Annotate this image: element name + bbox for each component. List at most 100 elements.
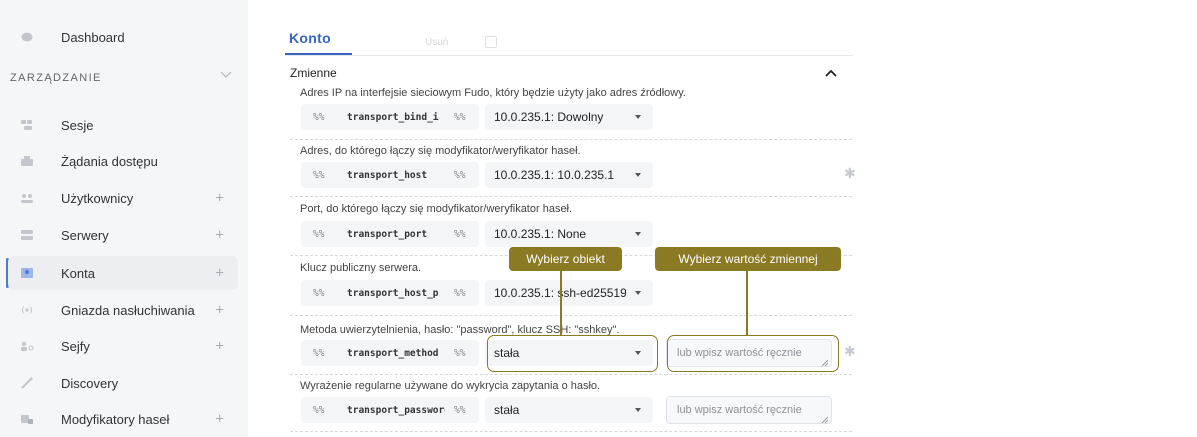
- add-icon[interactable]: +: [215, 411, 224, 428]
- variable-name-box: %% transport_bind_i %%: [301, 104, 479, 130]
- chevron-up-icon[interactable]: [824, 66, 838, 78]
- tab-konto[interactable]: Konto: [289, 30, 331, 46]
- add-icon[interactable]: +: [215, 338, 224, 355]
- variable-description: Adres IP na interfejsie sieciowym Fudo, …: [300, 87, 686, 99]
- caret-down-icon: [635, 408, 641, 412]
- variable-name: transport_password: [347, 405, 445, 416]
- sidebar-item-label: Modyfikatory haseł: [61, 411, 170, 427]
- variable-prefix: %%: [313, 170, 325, 181]
- tab-usun[interactable]: Usuń: [425, 37, 448, 48]
- sidebar-item-gniazda-nasluchiwania[interactable]: Gniazda nasłuchiwania +: [8, 293, 238, 327]
- row-divider: [290, 139, 852, 140]
- variable-prefix: %%: [313, 229, 325, 240]
- sidebar-item-serwery[interactable]: Serwery +: [8, 218, 238, 252]
- manual-value-textarea[interactable]: lub wpisz wartość ręcznie: [666, 396, 832, 424]
- users-icon: [20, 192, 34, 204]
- sidebar-item-label: Użytkownicy: [61, 190, 134, 206]
- sidebar-item-modyfikatory-hasel[interactable]: Modyfikatory haseł +: [8, 402, 238, 436]
- caret-down-icon: [635, 115, 641, 119]
- variable-name: transport_host_p: [347, 288, 439, 299]
- value-textarea-highlight: [667, 335, 839, 372]
- variable-description: Port, do którego łączy się modyfikator/w…: [300, 203, 573, 215]
- sidebar-item-label: Gniazda nasłuchiwania: [61, 302, 195, 318]
- sidebar-item-label: Konta: [61, 265, 95, 281]
- variable-name-box: %% transport_port %%: [301, 221, 479, 247]
- section-header-management[interactable]: ZARZĄDZANIE: [10, 64, 242, 92]
- variable-suffix: %%: [454, 405, 466, 416]
- select-value: 10.0.235.1: None: [494, 227, 587, 241]
- sidebar-item-label: Discovery: [61, 375, 119, 391]
- sidebar-item-konta[interactable]: Konta +: [8, 256, 238, 290]
- sidebar-item-label: Serwery: [61, 227, 109, 243]
- variable-prefix: %%: [313, 405, 325, 416]
- accounts-icon: [20, 267, 34, 279]
- add-icon[interactable]: +: [215, 302, 224, 319]
- chevron-down-icon: [220, 70, 232, 82]
- caret-down-icon: [635, 173, 641, 177]
- section-title: Zmienne: [290, 66, 337, 80]
- variable-name: transport_port: [347, 229, 428, 240]
- textarea-placeholder: lub wpisz wartość ręcznie: [677, 404, 802, 416]
- callout-connector: [560, 270, 562, 336]
- row-divider: [290, 315, 852, 316]
- variable-name-box: %% transport_host %%: [301, 162, 479, 188]
- servers-icon: [20, 229, 34, 241]
- variable-name-box: %% transport_password %%: [301, 397, 479, 423]
- callout-select-object: Wybierz obiekt: [509, 247, 622, 271]
- sessions-icon: [20, 119, 34, 131]
- access-requests-icon: [20, 155, 34, 167]
- variable-name-box: %% transport_host_p %%: [301, 280, 479, 306]
- sidebar-item-zadania-dostepu[interactable]: Żądania dostępu: [8, 144, 238, 178]
- callout-select-value: Wybierz wartość zmiennej: [655, 247, 841, 271]
- discovery-icon: [20, 377, 34, 389]
- sidebar-item-uzytkownicy[interactable]: Użytkownicy +: [8, 181, 238, 215]
- password-modifiers-icon: [20, 413, 34, 425]
- variable-name-box: %% transport_method %%: [301, 340, 479, 366]
- sidebar: Dashboard ZARZĄDZANIE Sesje Żądania dost…: [0, 0, 248, 437]
- variable-suffix: %%: [454, 288, 466, 299]
- object-select[interactable]: 10.0.235.1: ssh-ed25519: [485, 280, 653, 306]
- asterisk-icon: ✱: [844, 165, 856, 181]
- variable-description: Klucz publiczny serwera.: [300, 262, 422, 274]
- caret-down-icon: [635, 232, 641, 236]
- variable-suffix: %%: [454, 348, 466, 359]
- variable-description: Wyrażenie regularne używane do wykrycia …: [300, 380, 601, 392]
- object-select[interactable]: 10.0.235.1: Dowolny: [485, 104, 653, 130]
- delete-checkbox[interactable]: [485, 36, 497, 48]
- sidebar-item-label: Sejfy: [61, 338, 90, 354]
- object-select[interactable]: 10.0.235.1: 10.0.235.1: [485, 162, 653, 188]
- sidebar-item-discovery[interactable]: Discovery: [8, 366, 238, 400]
- add-icon[interactable]: +: [215, 227, 224, 244]
- object-select-highlight: [487, 335, 658, 372]
- sidebar-item-label: Sesje: [61, 117, 94, 133]
- asterisk-icon: ✱: [844, 343, 856, 359]
- listeners-icon: [20, 304, 34, 316]
- add-icon[interactable]: +: [215, 190, 224, 207]
- section-title: ZARZĄDZANIE: [10, 72, 102, 84]
- sidebar-item-label: Dashboard: [61, 29, 125, 45]
- select-value: stała: [494, 403, 520, 417]
- variable-description: Adres, do którego łączy się modyfikator/…: [300, 145, 581, 157]
- object-select[interactable]: 10.0.235.1: None: [485, 221, 653, 247]
- select-value: 10.0.235.1: 10.0.235.1: [494, 168, 615, 182]
- variable-name: transport_bind_i: [347, 112, 439, 123]
- row-divider: [290, 431, 852, 432]
- variable-name: transport_host: [347, 170, 428, 181]
- variable-suffix: %%: [454, 112, 466, 123]
- sidebar-item-sesje[interactable]: Sesje: [8, 108, 238, 142]
- variable-prefix: %%: [313, 288, 325, 299]
- object-select[interactable]: stała: [485, 397, 653, 423]
- callout-connector: [746, 270, 748, 336]
- variable-prefix: %%: [313, 112, 325, 123]
- row-divider: [290, 374, 852, 375]
- add-icon[interactable]: +: [215, 265, 224, 282]
- resize-handle-icon[interactable]: [821, 414, 829, 424]
- caret-down-icon: [635, 291, 641, 295]
- tab-divider: [285, 55, 853, 56]
- sidebar-item-dashboard[interactable]: Dashboard: [8, 20, 238, 54]
- variable-prefix: %%: [313, 348, 325, 359]
- variable-name: transport_method: [347, 348, 439, 359]
- sidebar-item-sejfy[interactable]: Sejfy +: [8, 329, 238, 363]
- variable-suffix: %%: [454, 170, 466, 181]
- variable-suffix: %%: [454, 229, 466, 240]
